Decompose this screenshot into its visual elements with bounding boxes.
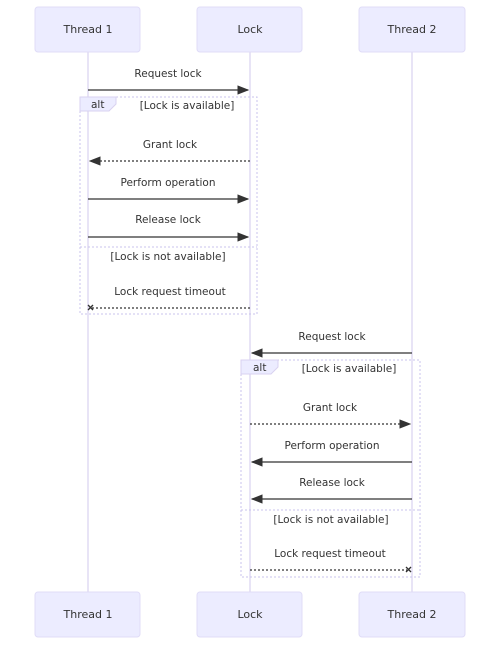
- actor-thread-1-bottom: Thread 1: [34, 591, 141, 638]
- message-label: Perform operation: [285, 440, 380, 452]
- alt-condition: [Lock is available]: [302, 363, 397, 375]
- message-label: Release lock: [135, 214, 201, 226]
- message-label: Perform operation: [121, 177, 216, 189]
- alt-keyword: alt: [91, 99, 104, 111]
- actor-thread-2-top: Thread 2: [358, 6, 466, 53]
- actor-thread-1-top: Thread 1: [34, 6, 141, 53]
- alt-condition: [Lock is available]: [140, 100, 235, 112]
- actor-label: Thread 2: [387, 608, 437, 621]
- message-label: Lock request timeout: [114, 286, 225, 298]
- actor-label: Thread 1: [63, 608, 113, 621]
- actor-thread-2-bottom: Thread 2: [358, 591, 466, 638]
- message-label: Grant lock: [303, 402, 358, 414]
- alt-condition: [Lock is not available]: [110, 251, 225, 263]
- alt-condition: [Lock is not available]: [273, 514, 388, 526]
- actor-label: Thread 2: [387, 23, 437, 36]
- actor-lock-bottom: Lock: [196, 591, 303, 638]
- alt-frame-2: alt [Lock is available] Grant lock Perfo…: [240, 359, 421, 578]
- actor-label: Lock: [237, 608, 263, 621]
- alt-frame-1: alt [Lock is available] Grant lock Perfo…: [79, 96, 258, 315]
- actor-lock-top: Lock: [196, 6, 303, 53]
- message-label: Request lock: [134, 68, 202, 80]
- message-label: Release lock: [299, 477, 365, 489]
- message-label: Grant lock: [143, 139, 198, 151]
- message-label: Request lock: [298, 331, 366, 343]
- actor-label: Lock: [237, 23, 263, 36]
- alt-keyword: alt: [253, 362, 266, 374]
- message-label: Lock request timeout: [274, 548, 385, 560]
- sequence-diagram: Thread 1 Lock Thread 2 Request lock alt …: [34, 6, 466, 638]
- actor-label: Thread 1: [63, 23, 113, 36]
